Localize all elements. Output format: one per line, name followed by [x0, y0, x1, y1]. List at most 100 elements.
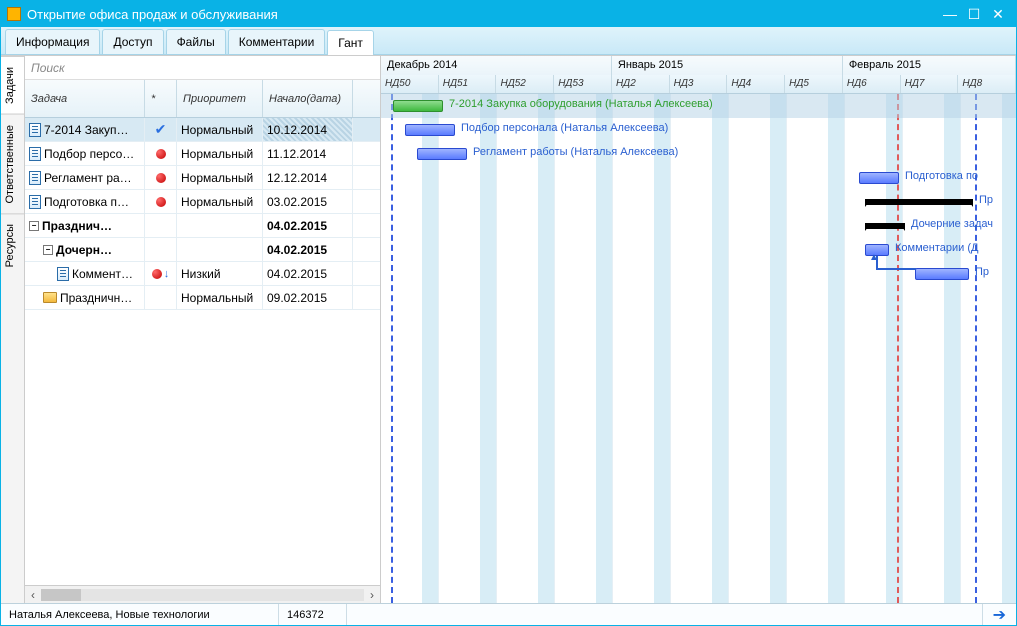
task-name: 7-2014 Закуп…: [44, 123, 129, 137]
gantt-week: НД3: [670, 75, 728, 94]
priority-cell: [177, 214, 263, 237]
gantt-row[interactable]: Пр: [381, 190, 1016, 214]
gantt-month: Февраль 2015: [843, 56, 1016, 75]
status-dot-icon: [156, 173, 166, 183]
date-cell: 09.02.2015: [263, 286, 353, 309]
gantt-week: НД8: [958, 75, 1016, 94]
document-icon: [29, 171, 41, 185]
gantt-row[interactable]: Подготовка по: [381, 166, 1016, 190]
table-row[interactable]: Регламент ра… Нормальный12.12.2014: [25, 166, 380, 190]
gantt-row[interactable]: Пр: [381, 262, 1016, 286]
gantt-bar[interactable]: [417, 148, 467, 160]
date-cell: 03.02.2015: [263, 190, 353, 213]
minimize-button[interactable]: —: [938, 6, 962, 22]
priority-cell: [177, 238, 263, 261]
tab-2[interactable]: Файлы: [166, 29, 226, 54]
date-cell: 10.12.2014: [263, 118, 353, 141]
col-start-date[interactable]: Начало(дата): [263, 80, 353, 117]
tab-3[interactable]: Комментарии: [228, 29, 326, 54]
document-icon: [29, 123, 41, 137]
gantt-chart: Декабрь 2014Январь 2015Февраль 2015 НД50…: [381, 56, 1016, 603]
priority-cell: Нормальный: [177, 190, 263, 213]
priority-cell: Низкий: [177, 262, 263, 285]
gantt-bar[interactable]: [859, 172, 899, 184]
sidetab-0[interactable]: Задачи: [1, 56, 24, 114]
gantt-bar[interactable]: [393, 100, 443, 112]
search-input[interactable]: Поиск: [25, 56, 380, 80]
table-row[interactable]: −Дочерн… 04.02.2015: [25, 238, 380, 262]
task-grid-pane: Поиск Задача * Приоритет Начало(дата) 7-…: [25, 56, 381, 603]
table-row[interactable]: Подготовка п…Нормальный03.02.2015: [25, 190, 380, 214]
arrow-down-icon: ↓: [164, 268, 170, 280]
document-icon: [29, 195, 41, 209]
gantt-bar[interactable]: [405, 124, 455, 136]
side-tabs: ЗадачиОтветственныеРесурсы: [1, 56, 25, 603]
tab-0[interactable]: Информация: [5, 29, 100, 54]
date-cell: 04.02.2015: [263, 262, 353, 285]
gantt-week: НД6: [843, 75, 901, 94]
gantt-row[interactable]: Комментарии (Д: [381, 238, 1016, 262]
gantt-week: НД2: [612, 75, 670, 94]
close-button[interactable]: ✕: [986, 6, 1010, 23]
tree-toggle-icon[interactable]: −: [29, 221, 39, 231]
gantt-month: Январь 2015: [612, 56, 843, 75]
gantt-month: Декабрь 2014: [381, 56, 612, 75]
gantt-row[interactable]: Дочерние задач: [381, 214, 1016, 238]
status-user: Наталья Алексеева, Новые технологии: [1, 604, 279, 625]
date-cell: 12.12.2014: [263, 166, 353, 189]
task-name: Подбор персо…: [44, 147, 134, 161]
sidetab-2[interactable]: Ресурсы: [1, 213, 24, 277]
tab-4[interactable]: Гант: [327, 30, 374, 55]
folder-icon: [43, 292, 57, 303]
grid-hscroll[interactable]: ‹ ›: [25, 585, 380, 603]
priority-cell: Нормальный: [177, 142, 263, 165]
gantt-week: НД51: [439, 75, 497, 94]
gantt-bar[interactable]: [865, 223, 905, 229]
table-row[interactable]: 7-2014 Закуп…✔Нормальный10.12.2014: [25, 118, 380, 142]
gantt-bar[interactable]: [865, 199, 973, 205]
check-icon: ✔: [155, 121, 167, 138]
status-number: 146372: [279, 604, 347, 625]
document-icon: [57, 267, 69, 281]
status-dot-icon: [156, 197, 166, 207]
gantt-week: НД52: [496, 75, 554, 94]
gantt-bar-label: Регламент работы (Наталья Алексеева): [473, 146, 678, 158]
gantt-week: НД53: [554, 75, 612, 94]
gantt-week: НД5: [785, 75, 843, 94]
gantt-row[interactable]: 7-2014 Закупка оборудования (Наталья Але…: [381, 94, 1016, 118]
date-cell: 04.02.2015: [263, 238, 353, 261]
col-star[interactable]: *: [145, 80, 177, 117]
gantt-bar-label: Пр: [979, 194, 993, 206]
next-arrow-icon[interactable]: ➔: [983, 605, 1016, 625]
priority-cell: Нормальный: [177, 286, 263, 309]
gantt-bar-label: Пр: [975, 266, 989, 278]
maximize-button[interactable]: ☐: [962, 6, 986, 23]
sidetab-1[interactable]: Ответственные: [1, 114, 24, 214]
main-tabs: ИнформацияДоступФайлыКомментарииГант: [1, 27, 1016, 55]
gantt-week: НД7: [901, 75, 959, 94]
tree-toggle-icon[interactable]: −: [43, 245, 53, 255]
gantt-bar[interactable]: [915, 268, 969, 280]
col-task[interactable]: Задача: [25, 80, 145, 117]
gantt-bar-label: Подготовка по: [905, 170, 978, 182]
table-row[interactable]: Коммент… ↓ Низкий04.02.2015: [25, 262, 380, 286]
task-name: Дочерн…: [56, 243, 112, 257]
gantt-row[interactable]: Подбор персонала (Наталья Алексеева): [381, 118, 1016, 142]
task-name: Коммент…: [72, 267, 133, 281]
table-row[interactable]: Праздничн…Нормальный09.02.2015: [25, 286, 380, 310]
gantt-row[interactable]: Регламент работы (Наталья Алексеева): [381, 142, 1016, 166]
gantt-bar-label: Дочерние задач: [911, 218, 993, 230]
gantt-bar-label: Комментарии (Д: [895, 242, 978, 254]
gantt-bar-label: Подбор персонала (Наталья Алексеева): [461, 122, 668, 134]
scroll-left-icon[interactable]: ‹: [25, 588, 41, 602]
tab-1[interactable]: Доступ: [102, 29, 163, 54]
table-row[interactable]: Подбор персо… Нормальный11.12.2014: [25, 142, 380, 166]
window-title: Открытие офиса продаж и обслуживания: [27, 7, 938, 22]
date-cell: 11.12.2014: [263, 142, 353, 165]
col-priority[interactable]: Приоритет: [177, 80, 263, 117]
priority-cell: Нормальный: [177, 166, 263, 189]
status-dot-icon: [156, 149, 166, 159]
table-row[interactable]: −Празднич…04.02.2015: [25, 214, 380, 238]
scroll-right-icon[interactable]: ›: [364, 588, 380, 602]
task-name: Регламент ра…: [44, 171, 132, 185]
